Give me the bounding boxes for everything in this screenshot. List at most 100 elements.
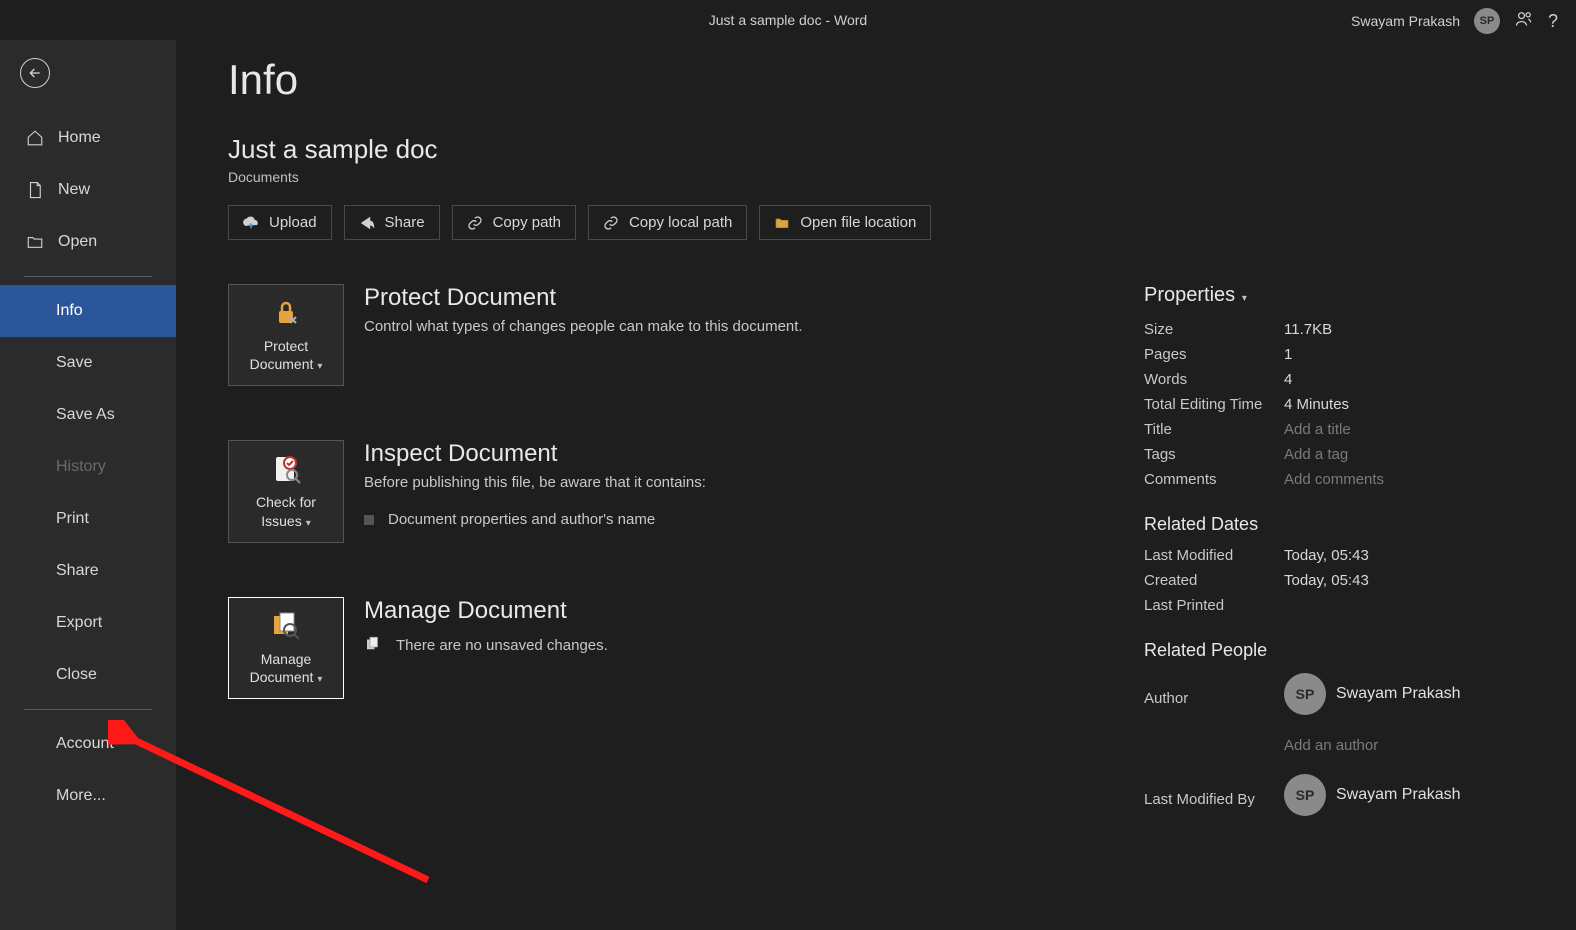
prop-pages-label: Pages [1144,346,1284,363]
inspect-icon [270,453,302,485]
protect-title: Protect Document [364,284,1094,312]
main-content: Info Just a sample doc Documents Upload … [176,40,1576,930]
manage-icon [270,610,302,642]
help-icon[interactable]: ? [1548,11,1558,32]
coauthor-icon[interactable] [1514,9,1534,34]
action-row: Upload Share Copy path Copy local path O… [228,205,1524,240]
nav-history-label: History [56,458,106,476]
link-icon [603,215,619,231]
prop-tags-input[interactable]: Add a tag [1284,446,1348,463]
manage-document-button[interactable]: Manage Document▾ [228,597,344,699]
inspect-section: Check for Issues▾ Inspect Document Befor… [228,440,1094,542]
home-icon [26,129,44,147]
user-name[interactable]: Swayam Prakash [1351,13,1460,29]
nav-close[interactable]: Close [0,649,176,701]
author-name: Swayam Prakash [1336,685,1461,703]
nav-account-label: Account [56,735,114,753]
open-file-location-button[interactable]: Open file location [759,205,931,240]
chevron-down-icon: ▾ [1239,293,1247,304]
related-dates-header: Related Dates [1144,514,1524,535]
nav-history: History [0,441,176,493]
nav-open-label: Open [58,233,97,251]
nav-home[interactable]: Home [0,112,176,164]
related-people-header: Related People [1144,640,1524,661]
prop-created-value: Today, 05:43 [1284,572,1369,589]
protect-document-button[interactable]: Protect Document▾ [228,284,344,386]
inspect-title: Inspect Document [364,440,1094,468]
prop-pages-value: 1 [1284,346,1292,363]
nav-export-label: Export [56,614,102,632]
nav-new-label: New [58,181,90,199]
properties-panel: Properties ▾ Size11.7KB Pages1 Words4 To… [1144,284,1524,832]
prop-printed-label: Last Printed [1144,597,1284,614]
backstage-sidebar: Home New Open Info Save Save As History … [0,40,176,930]
prop-created-label: Created [1144,572,1284,589]
protect-section: Protect Document▾ Protect Document Contr… [228,284,1094,386]
nav-separator [24,276,152,277]
nav-print[interactable]: Print [0,493,176,545]
versions-icon [364,635,382,657]
nav-more[interactable]: More... [0,770,176,822]
chevron-down-icon: ▾ [306,518,311,529]
prop-title-input[interactable]: Add a title [1284,421,1351,438]
nav-export[interactable]: Export [0,597,176,649]
properties-dropdown[interactable]: Properties ▾ [1144,284,1524,307]
protect-desc: Control what types of changes people can… [364,318,1094,335]
author-person[interactable]: SP Swayam Prakash [1284,673,1461,715]
window-title: Just a sample doc - Word [709,12,867,28]
nav-save-as[interactable]: Save As [0,389,176,441]
copy-local-path-button[interactable]: Copy local path [588,205,747,240]
nav-share-label: Share [56,562,99,580]
nav-info[interactable]: Info [0,285,176,337]
nav-account[interactable]: Account [0,718,176,770]
manage-desc: There are no unsaved changes. [396,637,608,654]
inspect-desc: Before publishing this file, be aware th… [364,474,1094,491]
prop-size-value: 11.7KB [1284,321,1332,338]
nav-home-label: Home [58,129,101,147]
upload-button[interactable]: Upload [228,205,332,240]
bullet-icon [364,515,374,525]
share-button[interactable]: Share [344,205,440,240]
link-icon [467,215,483,231]
prop-modified-label: Last Modified [1144,547,1284,564]
document-title: Just a sample doc [228,134,1524,165]
lock-icon [270,297,302,329]
nav-separator [24,709,152,710]
nav-save-as-label: Save As [56,406,115,424]
manage-title: Manage Document [364,597,1094,625]
prop-size-label: Size [1144,321,1284,338]
nav-save[interactable]: Save [0,337,176,389]
prop-comments-input[interactable]: Add comments [1284,471,1384,488]
copy-path-button[interactable]: Copy path [452,205,576,240]
prop-editing-label: Total Editing Time [1144,396,1284,413]
nav-share[interactable]: Share [0,545,176,597]
folder-open-icon [774,215,790,231]
check-issues-button[interactable]: Check for Issues▾ [228,440,344,542]
user-avatar[interactable]: SP [1474,8,1500,34]
prop-modifiedby-label: Last Modified By [1144,791,1284,808]
nav-new[interactable]: New [0,164,176,216]
add-author-input[interactable]: Add an author [1284,737,1378,754]
prop-words-value: 4 [1284,371,1292,388]
upload-icon [243,215,259,231]
back-button[interactable] [20,58,50,88]
page-title: Info [228,56,1524,104]
manage-section: Manage Document▾ Manage Document There a… [228,597,1094,699]
prop-modified-value: Today, 05:43 [1284,547,1369,564]
nav-save-label: Save [56,354,92,372]
titlebar: Just a sample doc - Word Swayam Prakash … [0,0,1576,40]
chevron-down-icon: ▾ [317,674,322,685]
nav-open[interactable]: Open [0,216,176,268]
modifiedby-name: Swayam Prakash [1336,786,1461,804]
nav-more-label: More... [56,787,106,805]
prop-editing-value: 4 Minutes [1284,396,1349,413]
nav-info-label: Info [56,302,83,320]
nav-print-label: Print [56,510,89,528]
prop-comments-label: Comments [1144,471,1284,488]
prop-title-label: Title [1144,421,1284,438]
modifiedby-person[interactable]: SP Swayam Prakash [1284,774,1461,816]
document-path: Documents [228,169,1524,185]
prop-author-label: Author [1144,690,1284,707]
inspect-bullet: Document properties and author's name [388,511,655,528]
prop-words-label: Words [1144,371,1284,388]
